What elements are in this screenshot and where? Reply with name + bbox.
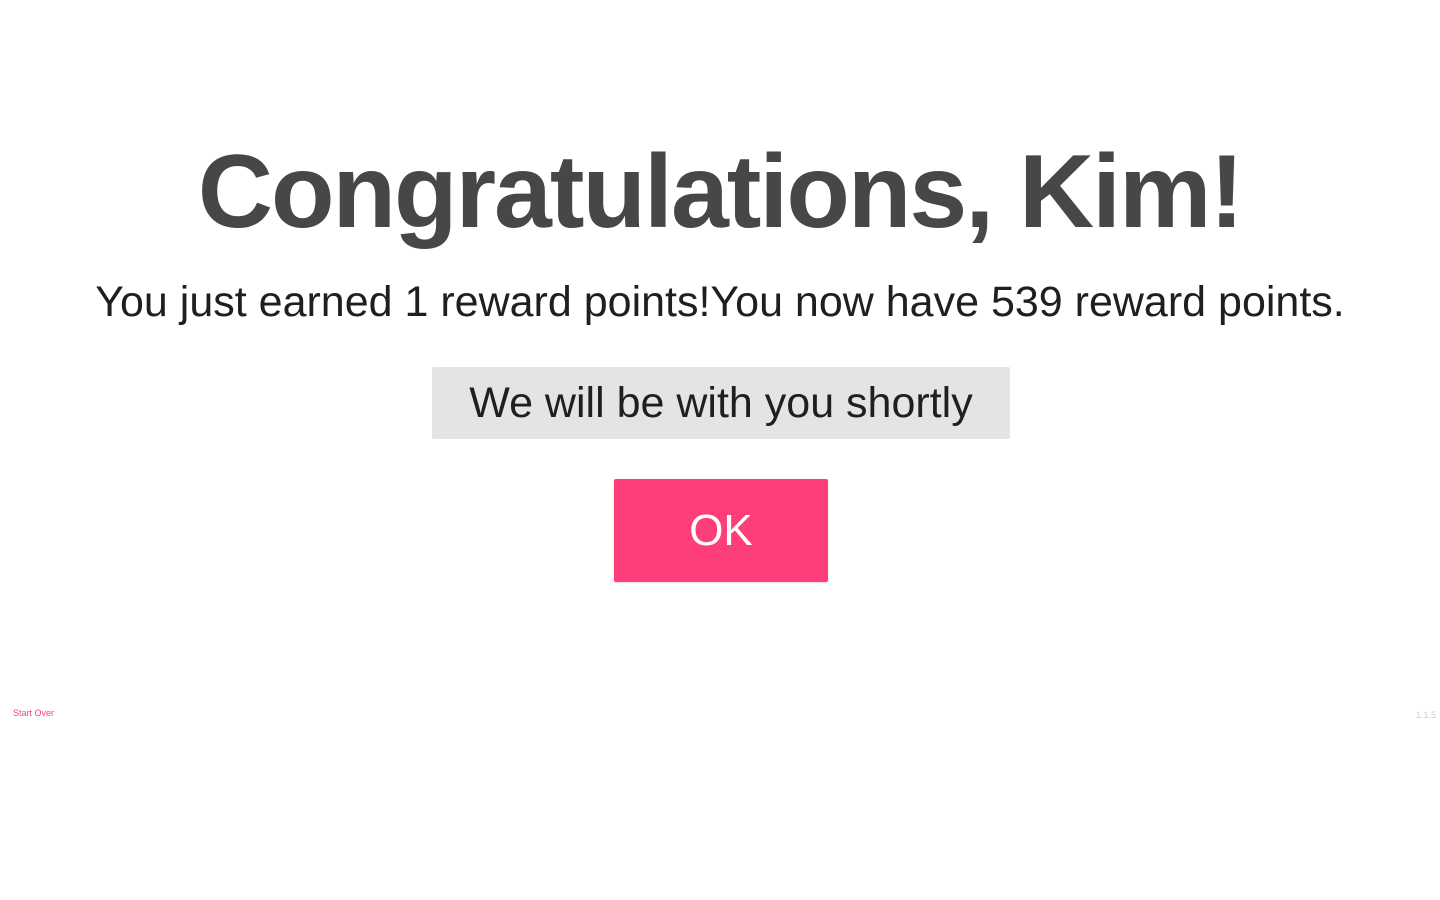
- reward-points-message: You just earned 1 reward points!You now …: [95, 278, 1345, 326]
- start-over-link[interactable]: Start Over: [13, 707, 54, 719]
- congratulations-title: Congratulations, Kim!: [197, 134, 1244, 250]
- rewards-confirmation-screen: Congratulations, Kim! You just earned 1 …: [0, 0, 1440, 900]
- ok-button[interactable]: OK: [614, 479, 828, 582]
- status-message-box: We will be with you shortly: [432, 367, 1010, 439]
- version-label: 1.1.5: [1415, 710, 1436, 720]
